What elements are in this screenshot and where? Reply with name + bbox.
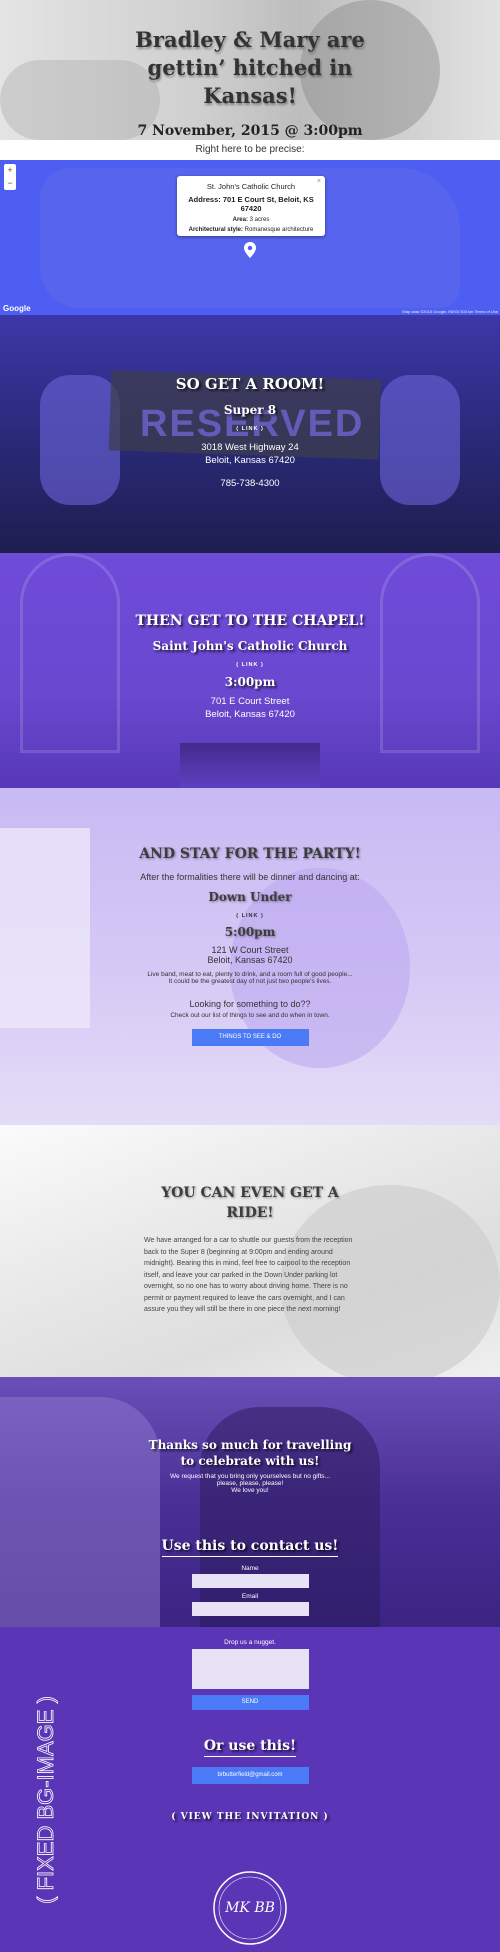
todo-text: Check out our list of things to see and …	[170, 1012, 330, 1019]
chapel-address-2: Beloit, Kansas 67420	[205, 709, 295, 720]
name-field[interactable]	[191, 1574, 309, 1588]
email-button[interactable]: brbutterfield@gmail.com	[191, 1767, 309, 1784]
things-to-do-button[interactable]: THINGS TO SEE & DO	[191, 1029, 309, 1046]
info-title: St. John's Catholic Church	[206, 182, 296, 191]
close-icon[interactable]: ×	[317, 178, 321, 185]
info-area: Area: 3 acres	[232, 217, 270, 223]
party-time: 5:00pm	[224, 925, 276, 939]
svg-text:( FIXED BG-IMAGE ): ( FIXED BG-IMAGE )	[33, 1696, 58, 1904]
ride-heading: YOU CAN EVEN GET A RIDE!	[161, 1185, 339, 1221]
party-venue: Down Under	[208, 890, 292, 904]
name-label: Name	[241, 1565, 259, 1572]
room-venue: Super 8	[223, 403, 277, 417]
thanks-line-1: We request that you bring only yourselve…	[170, 1473, 330, 1480]
map-pin-icon[interactable]	[244, 242, 256, 258]
send-button[interactable]: SEND	[191, 1695, 309, 1710]
thanks-line-3: We love you!	[231, 1487, 269, 1494]
party-desc-1: Live band, meat to eat, plenty to drink,…	[147, 971, 353, 978]
fixed-bg-label: ( FIXED BG-IMAGE )	[32, 1696, 58, 1905]
room-link[interactable]: ( LINK )	[236, 426, 264, 432]
zoom-out-button[interactable]: −	[4, 177, 16, 190]
chapel-link[interactable]: ( LINK )	[236, 662, 264, 668]
google-logo: Google	[3, 304, 31, 313]
or-heading: Or use this!	[203, 1738, 297, 1757]
chapel-time: 3:00pm	[224, 675, 276, 689]
map-embed[interactable]: + − × St. John's Catholic Church Address…	[0, 160, 500, 315]
party-desc-2: It could be the greatest day of not just…	[168, 978, 332, 985]
contact-heading: Use this to contact us!	[161, 1538, 339, 1557]
svg-text:MK BB: MK BB	[224, 1900, 275, 1916]
party-intro: After the formalities there will be dinn…	[140, 872, 360, 882]
chapel-heading: THEN GET TO THE CHAPEL!	[135, 613, 365, 629]
party-section: AND STAY FOR THE PARTY! After the formal…	[0, 788, 500, 1125]
monogram-logo: MK BB	[213, 1871, 287, 1945]
room-heading: SO GET A ROOM!	[175, 375, 325, 393]
map-terms[interactable]: Map data ©2015 Google, INEGI 500 km Term…	[402, 309, 498, 314]
page-title: Bradley & Mary are gettin’ hitched in Ka…	[135, 27, 365, 108]
room-section: RESERVED SO GET A ROOM! Super 8 ( LINK )…	[0, 315, 500, 553]
thanks-heading: Thanks so much for travelling to celebra…	[148, 1438, 352, 1468]
wedding-date: 7 November, 2015 @ 3:00pm	[137, 123, 363, 139]
map-zoom-control[interactable]: + −	[4, 164, 16, 190]
map-intro: Right here to be precise:	[0, 140, 500, 160]
info-style: Architectural style: Romanesque architec…	[188, 227, 314, 233]
thanks-section: Thanks so much for travelling to celebra…	[0, 1377, 500, 1627]
party-link[interactable]: ( LINK )	[236, 913, 264, 919]
room-address-1: 3018 West Highway 24	[201, 442, 299, 453]
party-heading: AND STAY FOR THE PARTY!	[139, 846, 361, 862]
room-phone: 785-738-4300	[220, 478, 280, 489]
message-field[interactable]	[191, 1649, 309, 1689]
thanks-line-2: please, please, please!	[216, 1480, 284, 1487]
hero-section: Bradley & Mary are gettin’ hitched in Ka…	[0, 0, 500, 140]
zoom-in-button[interactable]: +	[4, 164, 16, 177]
chapel-section: THEN GET TO THE CHAPEL! Saint John's Cat…	[0, 553, 500, 788]
room-address-2: Beloit, Kansas 67420	[205, 455, 295, 466]
todo-heading: Looking for something to do??	[189, 999, 311, 1009]
message-label: Drop us a nugget.	[224, 1639, 276, 1646]
party-address-1: 121 W Court Street	[211, 945, 289, 955]
ride-section: YOU CAN EVEN GET A RIDE! We have arrange…	[0, 1125, 500, 1377]
chapel-aisle	[180, 743, 320, 788]
map-info-window: × St. John's Catholic Church Address: 70…	[177, 176, 325, 236]
chapel-address-1: 701 E Court Street	[210, 696, 290, 707]
chapel-venue: Saint John's Catholic Church	[152, 639, 348, 653]
email-label: Email	[241, 1593, 259, 1600]
email-field[interactable]	[191, 1602, 309, 1616]
party-address-2: Beloit, Kansas 67420	[207, 955, 293, 965]
ride-body: We have arranged for a car to shuttle ou…	[144, 1237, 353, 1313]
info-address: Address: 701 E Court St, Beloit, KS 6742…	[188, 195, 314, 213]
